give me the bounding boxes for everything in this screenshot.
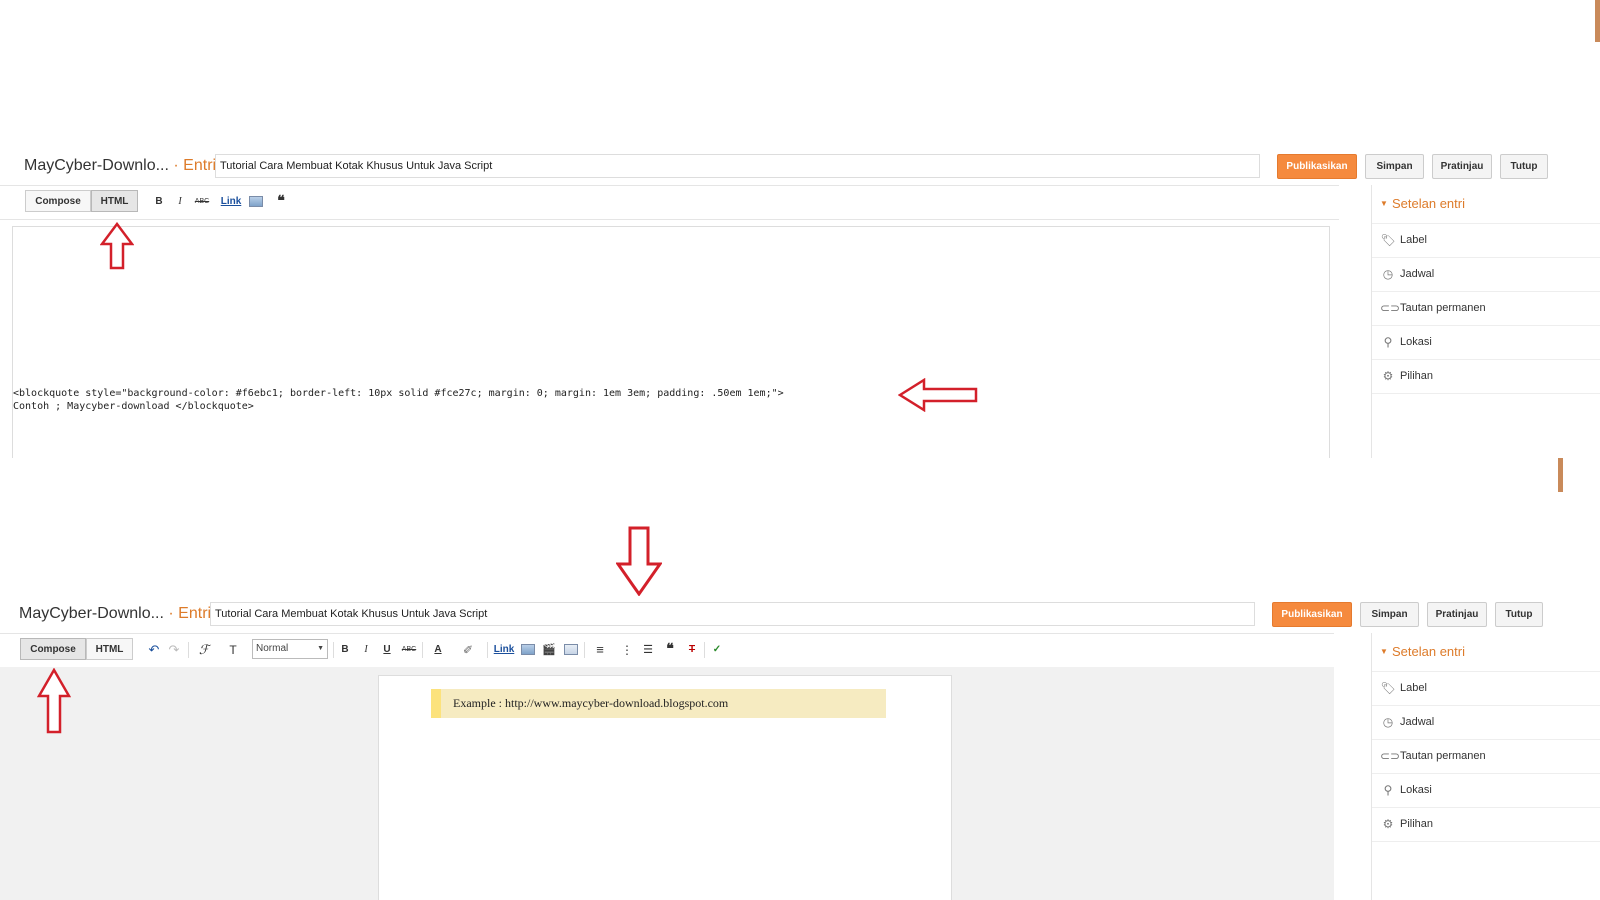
text-color-button[interactable]: A <box>428 642 448 658</box>
chevron-down-icon: ▼ <box>317 645 324 652</box>
sidebar-item-location[interactable]: ⚲ Lokasi <box>1372 326 1600 360</box>
bold-button[interactable]: B <box>340 642 350 658</box>
html-tab[interactable]: HTML <box>86 638 133 660</box>
toolbar-separator <box>704 642 705 658</box>
close-button[interactable]: Tutup <box>1500 154 1548 179</box>
section-label: Entri <box>178 605 212 622</box>
toolbar-separator <box>584 642 585 658</box>
toolbar-separator <box>487 642 488 658</box>
html-mode-screenshot: MayCyber-Downlo... · Entri Tutorial Cara… <box>0 0 1600 458</box>
sidebar-item-options[interactable]: ⚙ Pilihan <box>1372 808 1600 842</box>
blog-name-breadcrumb: MayCyber-Downlo... · Entri <box>24 157 216 175</box>
location-pin-icon: ⚲ <box>1383 783 1393 797</box>
quote-button[interactable]: ❝ <box>663 642 677 658</box>
blog-name[interactable]: MayCyber-Downlo... <box>19 605 164 622</box>
jump-break-icon[interactable] <box>564 644 578 655</box>
redo-button[interactable]: ↷ <box>168 642 180 658</box>
post-title-input[interactable]: Tutorial Cara Membuat Kotak Khusus Untuk… <box>215 154 1260 178</box>
toolbar-separator <box>422 642 423 658</box>
toolbar-separator <box>333 642 334 658</box>
compose-tab[interactable]: Compose <box>25 190 91 212</box>
post-title-input[interactable]: Tutorial Cara Membuat Kotak Khusus Untuk… <box>210 602 1255 626</box>
tag-icon: 🏷 <box>1380 233 1396 247</box>
clock-icon: ◷ <box>1382 715 1394 729</box>
toolbar-separator <box>188 642 189 658</box>
sidebar-item-label[interactable]: 🏷 Label <box>1372 672 1600 706</box>
sidebar-item-options[interactable]: ⚙ Pilihan <box>1372 360 1600 394</box>
numbered-list-button[interactable]: ⋮ <box>620 642 634 658</box>
align-button[interactable]: ≡ <box>590 642 610 658</box>
link-button[interactable]: Link <box>493 642 515 658</box>
post-settings-sidebar: ▼ Setelan entri 🏷 Label ◷ Jadwal ⊂⊃ Taut… <box>1371 185 1600 458</box>
undo-button[interactable]: ↶ <box>148 642 160 658</box>
strikethrough-button[interactable]: ABC <box>194 194 210 210</box>
format-select[interactable]: Normal ▼ <box>252 639 328 659</box>
insert-image-icon[interactable] <box>249 196 263 207</box>
collapse-triangle-icon: ▼ <box>1380 199 1388 208</box>
preview-button[interactable]: Pratinjau <box>1432 154 1492 179</box>
scrollbar-thumb[interactable] <box>1595 0 1600 42</box>
highlight-color-button[interactable]: ✐ <box>458 642 478 658</box>
strikethrough-button[interactable]: ABC <box>401 642 417 658</box>
sidebar-item-label[interactable]: 🏷 Label <box>1372 224 1600 258</box>
tag-icon: 🏷 <box>1380 681 1396 695</box>
compose-mode-screenshot: MayCyber-Downlo... · Entri Tutorial Cara… <box>0 458 1600 900</box>
spellcheck-button[interactable]: ✓ <box>710 642 724 658</box>
compose-tab[interactable]: Compose <box>20 638 86 660</box>
blog-name-breadcrumb: MayCyber-Downlo... · Entri <box>19 605 211 623</box>
publish-button[interactable]: Publikasikan <box>1272 602 1352 627</box>
blog-name[interactable]: MayCyber-Downlo... <box>24 157 169 174</box>
editor-toolbar: Compose HTML B I ABC Link ❝ <box>0 185 1339 220</box>
underline-button[interactable]: U <box>382 642 392 658</box>
sidebar-item-schedule[interactable]: ◷ Jadwal <box>1372 258 1600 292</box>
breadcrumb-separator: · <box>173 157 179 174</box>
save-button[interactable]: Simpan <box>1360 602 1419 627</box>
gear-icon: ⚙ <box>1382 817 1394 831</box>
editor-header: MayCyber-Downlo... · Entri Tutorial Cara… <box>0 150 1600 184</box>
post-settings-heading[interactable]: ▼ Setelan entri <box>1372 185 1600 224</box>
save-button[interactable]: Simpan <box>1365 154 1424 179</box>
annotation-up-arrow-html-tab <box>100 222 134 270</box>
insert-video-icon[interactable]: 🎬 <box>542 642 556 658</box>
annotation-up-arrow-compose-tab <box>37 668 71 734</box>
section-label: Entri <box>183 157 217 174</box>
link-icon: ⊂⊃ <box>1380 301 1401 315</box>
post-settings-heading[interactable]: ▼ Setelan entri <box>1372 633 1600 672</box>
close-button[interactable]: Tutup <box>1495 602 1543 627</box>
bold-button[interactable]: B <box>154 194 164 210</box>
preview-button[interactable]: Pratinjau <box>1427 602 1487 627</box>
sidebar-item-schedule[interactable]: ◷ Jadwal <box>1372 706 1600 740</box>
sidebar-item-permalink[interactable]: ⊂⊃ Tautan permanen <box>1372 740 1600 774</box>
italic-button[interactable]: I <box>175 194 185 210</box>
gear-icon: ⚙ <box>1382 369 1394 383</box>
quote-button[interactable]: ❝ <box>274 194 288 210</box>
collapse-triangle-icon: ▼ <box>1380 647 1388 656</box>
html-tab[interactable]: HTML <box>91 190 138 212</box>
compose-canvas: Example : http://www.maycyber-download.b… <box>0 667 1334 900</box>
publish-button[interactable]: Publikasikan <box>1277 154 1357 179</box>
link-button[interactable]: Link <box>220 194 242 210</box>
scrollbar-thumb[interactable] <box>1558 458 1563 492</box>
clear-formatting-button[interactable]: T <box>685 642 699 658</box>
sidebar-item-location[interactable]: ⚲ Lokasi <box>1372 774 1600 808</box>
compose-page[interactable]: Example : http://www.maycyber-download.b… <box>378 675 952 900</box>
italic-button[interactable]: I <box>361 642 371 658</box>
post-settings-sidebar: ▼ Setelan entri 🏷 Label ◷ Jadwal ⊂⊃ Taut… <box>1371 633 1600 900</box>
bulleted-list-button[interactable]: ☰ <box>641 642 655 658</box>
font-size-button[interactable]: T <box>223 642 243 658</box>
blockquote-preview[interactable]: Example : http://www.maycyber-download.b… <box>431 689 886 718</box>
insert-image-icon[interactable] <box>521 644 535 655</box>
font-family-button[interactable]: ℱ <box>194 642 214 658</box>
location-pin-icon: ⚲ <box>1383 335 1393 349</box>
html-editor-textarea[interactable]: <blockquote style="background-color: #f6… <box>12 226 1330 458</box>
editor-header-compose: MayCyber-Downlo... · Entri Tutorial Cara… <box>0 598 1600 632</box>
link-icon: ⊂⊃ <box>1380 749 1401 763</box>
breadcrumb-separator: · <box>168 605 174 622</box>
editor-toolbar-compose: Compose HTML ↶ ↷ ℱ T Normal ▼ B I U ABC … <box>0 633 1334 668</box>
code-line-2: Contoh ; Maycyber-download </blockquote> <box>13 401 254 412</box>
clock-icon: ◷ <box>1382 267 1394 281</box>
code-line-1: <blockquote style="background-color: #f6… <box>13 388 784 399</box>
sidebar-item-permalink[interactable]: ⊂⊃ Tautan permanen <box>1372 292 1600 326</box>
annotation-left-arrow-code <box>898 378 978 412</box>
